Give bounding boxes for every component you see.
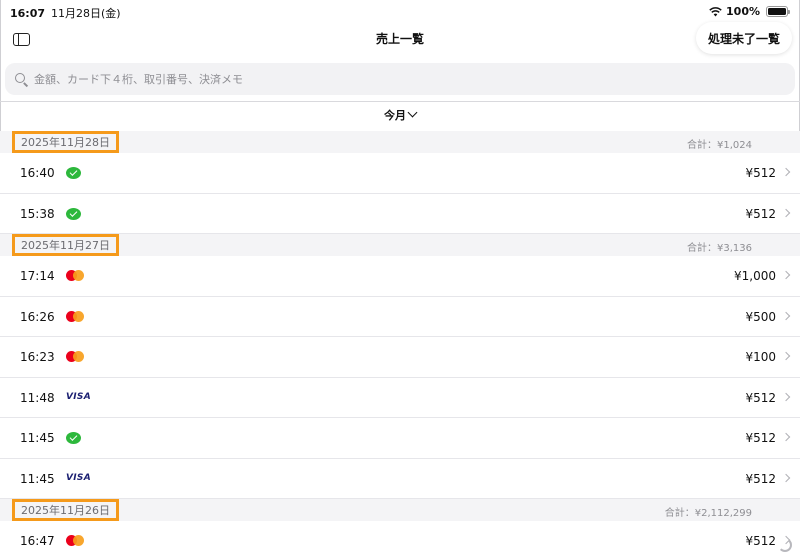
sale-row[interactable]: 11:45 VISA ¥512 <box>0 458 800 499</box>
payment-method <box>66 310 86 324</box>
sale-amount: ¥500 <box>745 309 776 324</box>
battery-percent: 100% <box>726 5 760 18</box>
sale-amount: ¥512 <box>745 534 776 548</box>
navigation-bar: 売上一覧 処理未了一覧 <box>0 22 800 58</box>
payment-method <box>66 534 86 548</box>
chevron-right-icon <box>781 311 791 320</box>
status-right: 100% <box>709 5 790 18</box>
visa-icon: VISA <box>66 391 91 402</box>
payment-method <box>66 166 86 180</box>
loading-spinner-icon <box>778 538 792 552</box>
status-date: 11月28日(金) <box>51 7 121 20</box>
section-total: 合計：¥3,136 <box>687 243 752 254</box>
sale-amount: ¥512 <box>745 206 776 221</box>
divider <box>0 101 800 102</box>
status-bar: 16:07 11月28日(金) 100% <box>0 0 800 22</box>
wechat-pay-icon <box>66 167 81 179</box>
sale-time: 15:38 <box>20 206 55 221</box>
payment-method: VISA <box>66 391 91 405</box>
sale-row[interactable]: 16:47 ¥512 <box>0 521 800 556</box>
mastercard-icon <box>66 270 84 281</box>
section-header: 2025年11月26日 合計：¥2,112,299 <box>0 499 800 521</box>
period-label: 今月 <box>384 109 406 122</box>
sale-row[interactable]: 16:40 ¥512 <box>0 153 800 194</box>
search-icon <box>15 72 28 86</box>
payment-method <box>66 431 86 445</box>
chevron-right-icon <box>781 208 791 217</box>
sale-row[interactable]: 11:45 ¥512 <box>0 418 800 459</box>
mastercard-icon <box>66 351 84 362</box>
sale-amount: ¥1,000 <box>734 269 776 283</box>
sale-time: 11:45 <box>20 431 55 445</box>
search-box[interactable] <box>5 63 795 95</box>
sale-time: 16:47 <box>20 534 55 548</box>
payment-method <box>66 207 86 221</box>
section-date: 2025年11月27日 <box>12 234 119 256</box>
sales-list: 2025年11月28日 合計：¥1,024 16:40 ¥512 15:38 ¥512 20… <box>0 131 800 556</box>
period-selector[interactable]: 今月 <box>0 107 800 123</box>
sale-row[interactable]: 16:26 ¥500 <box>0 296 800 337</box>
chevron-right-icon <box>781 473 791 482</box>
sale-amount: ¥100 <box>745 350 776 364</box>
page-title: 売上一覧 <box>375 32 424 46</box>
chevron-right-icon <box>781 392 791 401</box>
sale-amount: ¥512 <box>745 390 776 405</box>
sale-amount: ¥512 <box>745 431 776 445</box>
sale-time: 16:23 <box>20 350 55 364</box>
section-header: 2025年11月28日 合計：¥1,024 <box>0 131 800 153</box>
payment-method <box>66 350 86 364</box>
sale-time: 17:14 <box>20 269 55 283</box>
status-left: 16:07 11月28日(金) <box>10 5 121 21</box>
sale-row[interactable]: 16:23 ¥100 <box>0 337 800 378</box>
sale-row[interactable]: 17:14 ¥1,000 <box>0 256 800 297</box>
sale-amount: ¥512 <box>745 166 776 180</box>
section-date: 2025年11月28日 <box>12 131 119 153</box>
sale-amount: ¥512 <box>745 471 776 486</box>
section-total: 合計：¥2,112,299 <box>664 508 752 519</box>
sale-row[interactable]: 11:48 VISA ¥512 <box>0 377 800 418</box>
sale-time: 11:45 <box>20 471 55 486</box>
section-date: 2025年11月26日 <box>12 499 119 521</box>
chevron-right-icon <box>781 270 791 280</box>
payment-method <box>66 269 86 283</box>
pending-list-button[interactable]: 処理未了一覧 <box>695 22 792 54</box>
payment-method: VISA <box>66 472 91 486</box>
sale-row[interactable]: 15:38 ¥512 <box>0 193 800 234</box>
sale-time: 16:26 <box>20 309 55 324</box>
wechat-pay-icon <box>66 432 81 444</box>
sale-time: 11:48 <box>20 390 55 405</box>
battery-icon <box>766 6 790 17</box>
status-time: 16:07 <box>10 7 46 20</box>
mastercard-icon <box>66 535 84 546</box>
section-total: 合計：¥1,024 <box>687 140 752 151</box>
chevron-right-icon <box>781 432 791 442</box>
chevron-right-icon <box>781 167 791 177</box>
section-header: 2025年11月27日 合計：¥3,136 <box>0 234 800 256</box>
sale-time: 16:40 <box>20 166 55 180</box>
search-input[interactable] <box>34 72 774 86</box>
wechat-pay-icon <box>66 207 81 220</box>
visa-icon: VISA <box>66 472 91 483</box>
search-bar <box>5 63 795 95</box>
wifi-icon <box>709 6 722 16</box>
mastercard-icon <box>66 310 84 322</box>
chevron-down-icon <box>407 107 418 118</box>
chevron-right-icon <box>781 351 791 361</box>
